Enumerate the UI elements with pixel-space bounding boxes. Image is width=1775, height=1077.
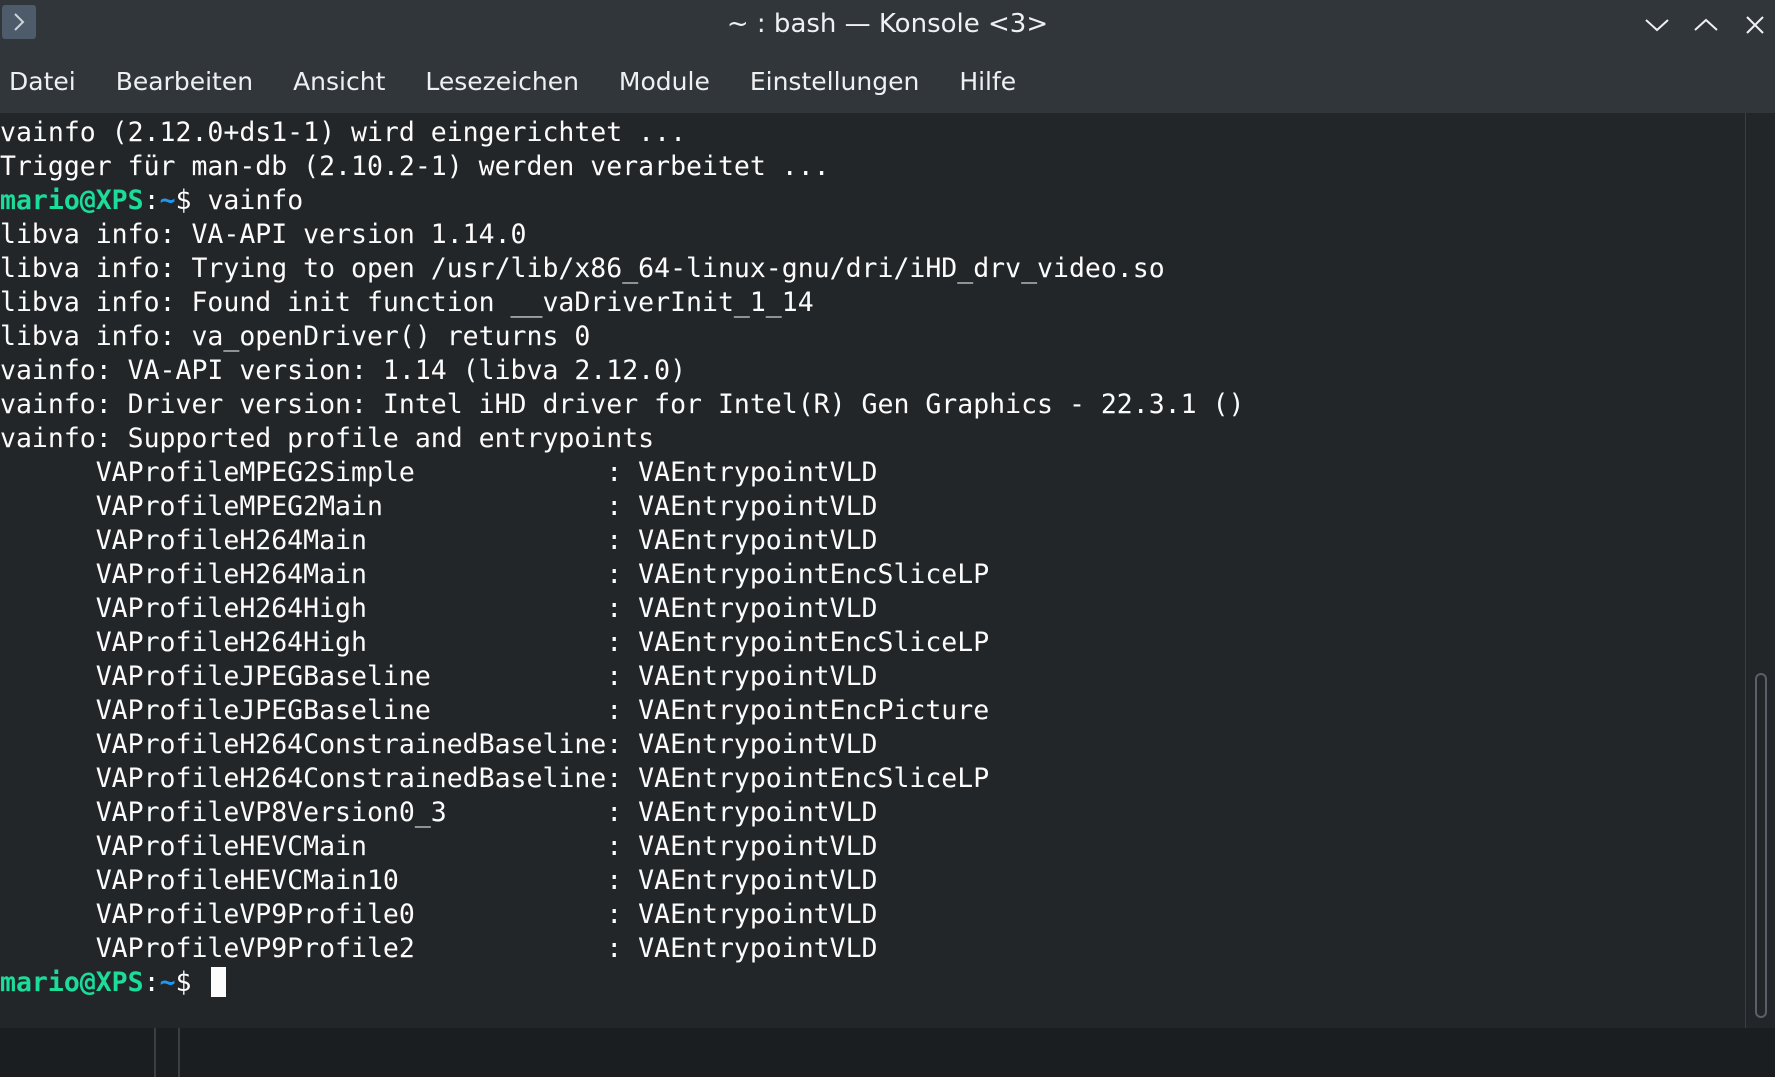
output-line: vainfo (2.12.0+ds1-1) wird eingerichtet … xyxy=(0,117,687,148)
output-line: VAProfileH264High : VAEntrypointEncSlice… xyxy=(0,627,990,658)
output-line: VAProfileJPEGBaseline : VAEntrypointEncP… xyxy=(0,695,990,726)
output-line: VAProfileMPEG2Simple : VAEntrypointVLD xyxy=(0,457,878,488)
prompt-path: ~ xyxy=(159,967,176,998)
menu-item-einstellungen[interactable]: Einstellungen xyxy=(730,50,939,113)
menu-item-module[interactable]: Module xyxy=(599,50,730,113)
prompt-line: mario@XPS:~$ xyxy=(0,966,1244,1000)
output-line: VAProfileHEVCMain10 : VAEntrypointVLD xyxy=(0,865,878,896)
prompt-user-host: mario@XPS xyxy=(0,967,144,998)
scrollbar-thumb[interactable] xyxy=(1755,673,1767,1018)
bottom-panel xyxy=(0,1028,1775,1077)
terminal-output: vainfo (2.12.0+ds1-1) wird eingerichtet … xyxy=(0,116,1244,1000)
output-line: vainfo: VA-API version: 1.14 (libva 2.12… xyxy=(0,355,687,386)
output-line: Trigger für man-db (2.10.2-1) werden ver… xyxy=(0,151,830,182)
menu-item-lesezeichen[interactable]: Lesezeichen xyxy=(405,50,599,113)
panel-divider xyxy=(154,1028,156,1077)
menu-item-bearbeiten[interactable]: Bearbeiten xyxy=(96,50,273,113)
prompt-symbol: $ xyxy=(175,967,208,998)
menu-item-ansicht[interactable]: Ansicht xyxy=(273,50,405,113)
output-line: vainfo: Supported profile and entrypoint… xyxy=(0,423,655,454)
prompt-user-host: mario@XPS xyxy=(0,185,144,216)
terminal-view[interactable]: vainfo (2.12.0+ds1-1) wird eingerichtet … xyxy=(0,113,1745,1028)
panel-divider xyxy=(178,1028,180,1077)
output-line: VAProfileH264Main : VAEntrypointEncSlice… xyxy=(0,559,990,590)
output-line: VAProfileH264Main : VAEntrypointVLD xyxy=(0,525,878,556)
close-button[interactable] xyxy=(1738,8,1772,42)
chevron-down-icon xyxy=(1645,19,1669,32)
prompt-separator: : xyxy=(143,185,160,216)
minimize-button[interactable] xyxy=(1640,8,1674,42)
output-line: libva info: Trying to open /usr/lib/x86_… xyxy=(0,253,1165,284)
command-text: vainfo xyxy=(207,185,304,216)
title-bar: ~ : bash — Konsole <3> xyxy=(0,0,1775,50)
prompt-separator: : xyxy=(143,967,160,998)
scrollbar[interactable] xyxy=(1745,113,1775,1028)
text-cursor xyxy=(211,967,227,997)
output-line: VAProfileVP8Version0_3 : VAEntrypointVLD xyxy=(0,797,878,828)
output-line: VAProfileH264High : VAEntrypointVLD xyxy=(0,593,878,624)
output-line: VAProfileHEVCMain : VAEntrypointVLD xyxy=(0,831,878,862)
prompt-symbol: $ xyxy=(175,185,208,216)
prompt-path: ~ xyxy=(159,185,176,216)
menu-bar: Datei Bearbeiten Ansicht Lesezeichen Module E… xyxy=(0,50,1775,113)
output-line: VAProfileVP9Profile0 : VAEntrypointVLD xyxy=(0,899,878,930)
close-icon xyxy=(1746,16,1764,34)
maximize-button[interactable] xyxy=(1689,8,1723,42)
output-line: vainfo: Driver version: Intel iHD driver… xyxy=(0,389,1245,420)
output-line: VAProfileMPEG2Main : VAEntrypointVLD xyxy=(0,491,878,522)
menu-item-datei[interactable]: Datei xyxy=(0,50,96,113)
output-line: VAProfileVP9Profile2 : VAEntrypointVLD xyxy=(0,933,878,964)
output-line: libva info: va_openDriver() returns 0 xyxy=(0,321,591,352)
menu-item-hilfe[interactable]: Hilfe xyxy=(939,50,1036,113)
chevron-up-icon xyxy=(1694,18,1718,31)
output-line: VAProfileH264ConstrainedBaseline: VAEntr… xyxy=(0,729,878,760)
output-line: VAProfileH264ConstrainedBaseline: VAEntr… xyxy=(0,763,990,794)
output-line: VAProfileJPEGBaseline : VAEntrypointVLD xyxy=(0,661,878,692)
prompt-line: mario@XPS:~$ vainfo xyxy=(0,184,1244,218)
output-line: libva info: Found init function __vaDriv… xyxy=(0,287,814,318)
output-line: libva info: VA-API version 1.14.0 xyxy=(0,219,527,250)
window-title: ~ : bash — Konsole <3> xyxy=(726,9,1049,39)
